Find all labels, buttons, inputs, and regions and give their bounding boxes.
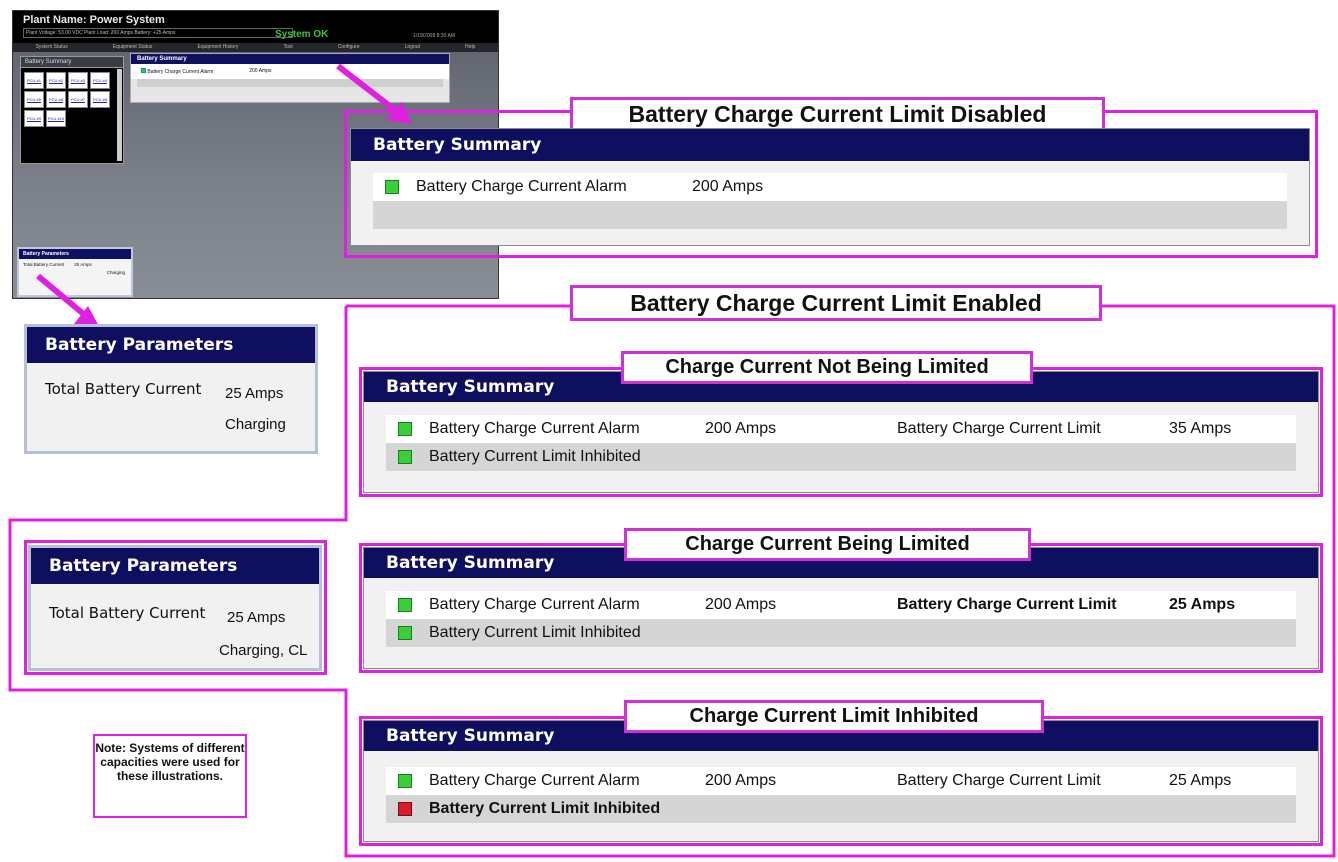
alarm-label: Battery Charge Current Alarm (429, 420, 640, 437)
panel-not-limited-title: Charge Current Not Being Limited (621, 351, 1033, 384)
inhibit-row: Battery Current Limit Inhibited (386, 795, 1296, 823)
window-body: Battery Charge Current Alarm 200 Amps Ba… (386, 591, 1296, 647)
battery-parameters-limited: Battery Parameters Total Battery Current… (28, 545, 322, 671)
status-ok-icon (398, 422, 412, 436)
params-label: Total Battery Current (49, 604, 206, 622)
note-box: Note: Systems of different capacities we… (93, 734, 247, 818)
inhibit-label: Battery Current Limit Inhibited (429, 624, 641, 641)
battery-summary-window-limited: Battery Summary Battery Charge Current A… (363, 547, 1319, 669)
alarm-row: Battery Charge Current Alarm 200 Amps Ba… (386, 415, 1296, 443)
limit-label: Battery Charge Current Limit (897, 772, 1101, 789)
alarm-row: Battery Charge Current Alarm 200 Amps Ba… (386, 591, 1296, 619)
params-value: 25 Amps (225, 385, 284, 402)
alarm-row: Battery Charge Current Alarm 200 Amps Ba… (386, 767, 1296, 795)
limit-value: 25 Amps (1169, 772, 1232, 789)
params-title: Battery Parameters (27, 327, 315, 363)
status-ok-icon (398, 598, 412, 612)
limit-value: 25 Amps (1169, 596, 1236, 613)
inhibit-row: Battery Current Limit Inhibited (386, 619, 1296, 647)
status-ok-icon (398, 774, 412, 788)
limit-value: 35 Amps (1169, 420, 1232, 437)
params-title: Battery Parameters (31, 548, 319, 584)
status-ok-icon (398, 450, 412, 464)
alarm-value: 200 Amps (705, 772, 777, 789)
status-alarm-icon (398, 802, 412, 816)
params-value: 25 Amps (227, 609, 286, 626)
battery-summary-window-inhibited: Battery Summary Battery Charge Current A… (363, 720, 1319, 842)
limit-label: Battery Charge Current Limit (897, 420, 1101, 437)
alarm-value: 200 Amps (705, 596, 777, 613)
alarm-label: Battery Charge Current Alarm (429, 596, 640, 613)
alarm-label: Battery Charge Current Alarm (429, 772, 640, 789)
params-state: Charging, CL (219, 642, 308, 659)
panel-limited-title: Charge Current Being Limited (624, 528, 1031, 561)
window-body: Battery Charge Current Alarm 200 Amps Ba… (386, 767, 1296, 823)
params-state: Charging (225, 416, 286, 433)
alarm-value: 200 Amps (705, 420, 777, 437)
window-body: Battery Charge Current Alarm 200 Amps Ba… (386, 415, 1296, 471)
limit-enabled-title: Battery Charge Current Limit Enabled (570, 285, 1102, 321)
inhibit-label: Battery Current Limit Inhibited (429, 800, 661, 817)
limit-label: Battery Charge Current Limit (897, 596, 1117, 613)
battery-summary-window-not-limited: Battery Summary Battery Charge Current A… (363, 371, 1319, 493)
panel-inhibited-title: Charge Current Limit Inhibited (624, 700, 1044, 733)
inhibit-label: Battery Current Limit Inhibited (429, 448, 641, 465)
status-ok-icon (398, 626, 412, 640)
inhibit-row: Battery Current Limit Inhibited (386, 443, 1296, 471)
params-label: Total Battery Current (45, 380, 202, 398)
battery-parameters-charging: Battery Parameters Total Battery Current… (24, 324, 318, 454)
